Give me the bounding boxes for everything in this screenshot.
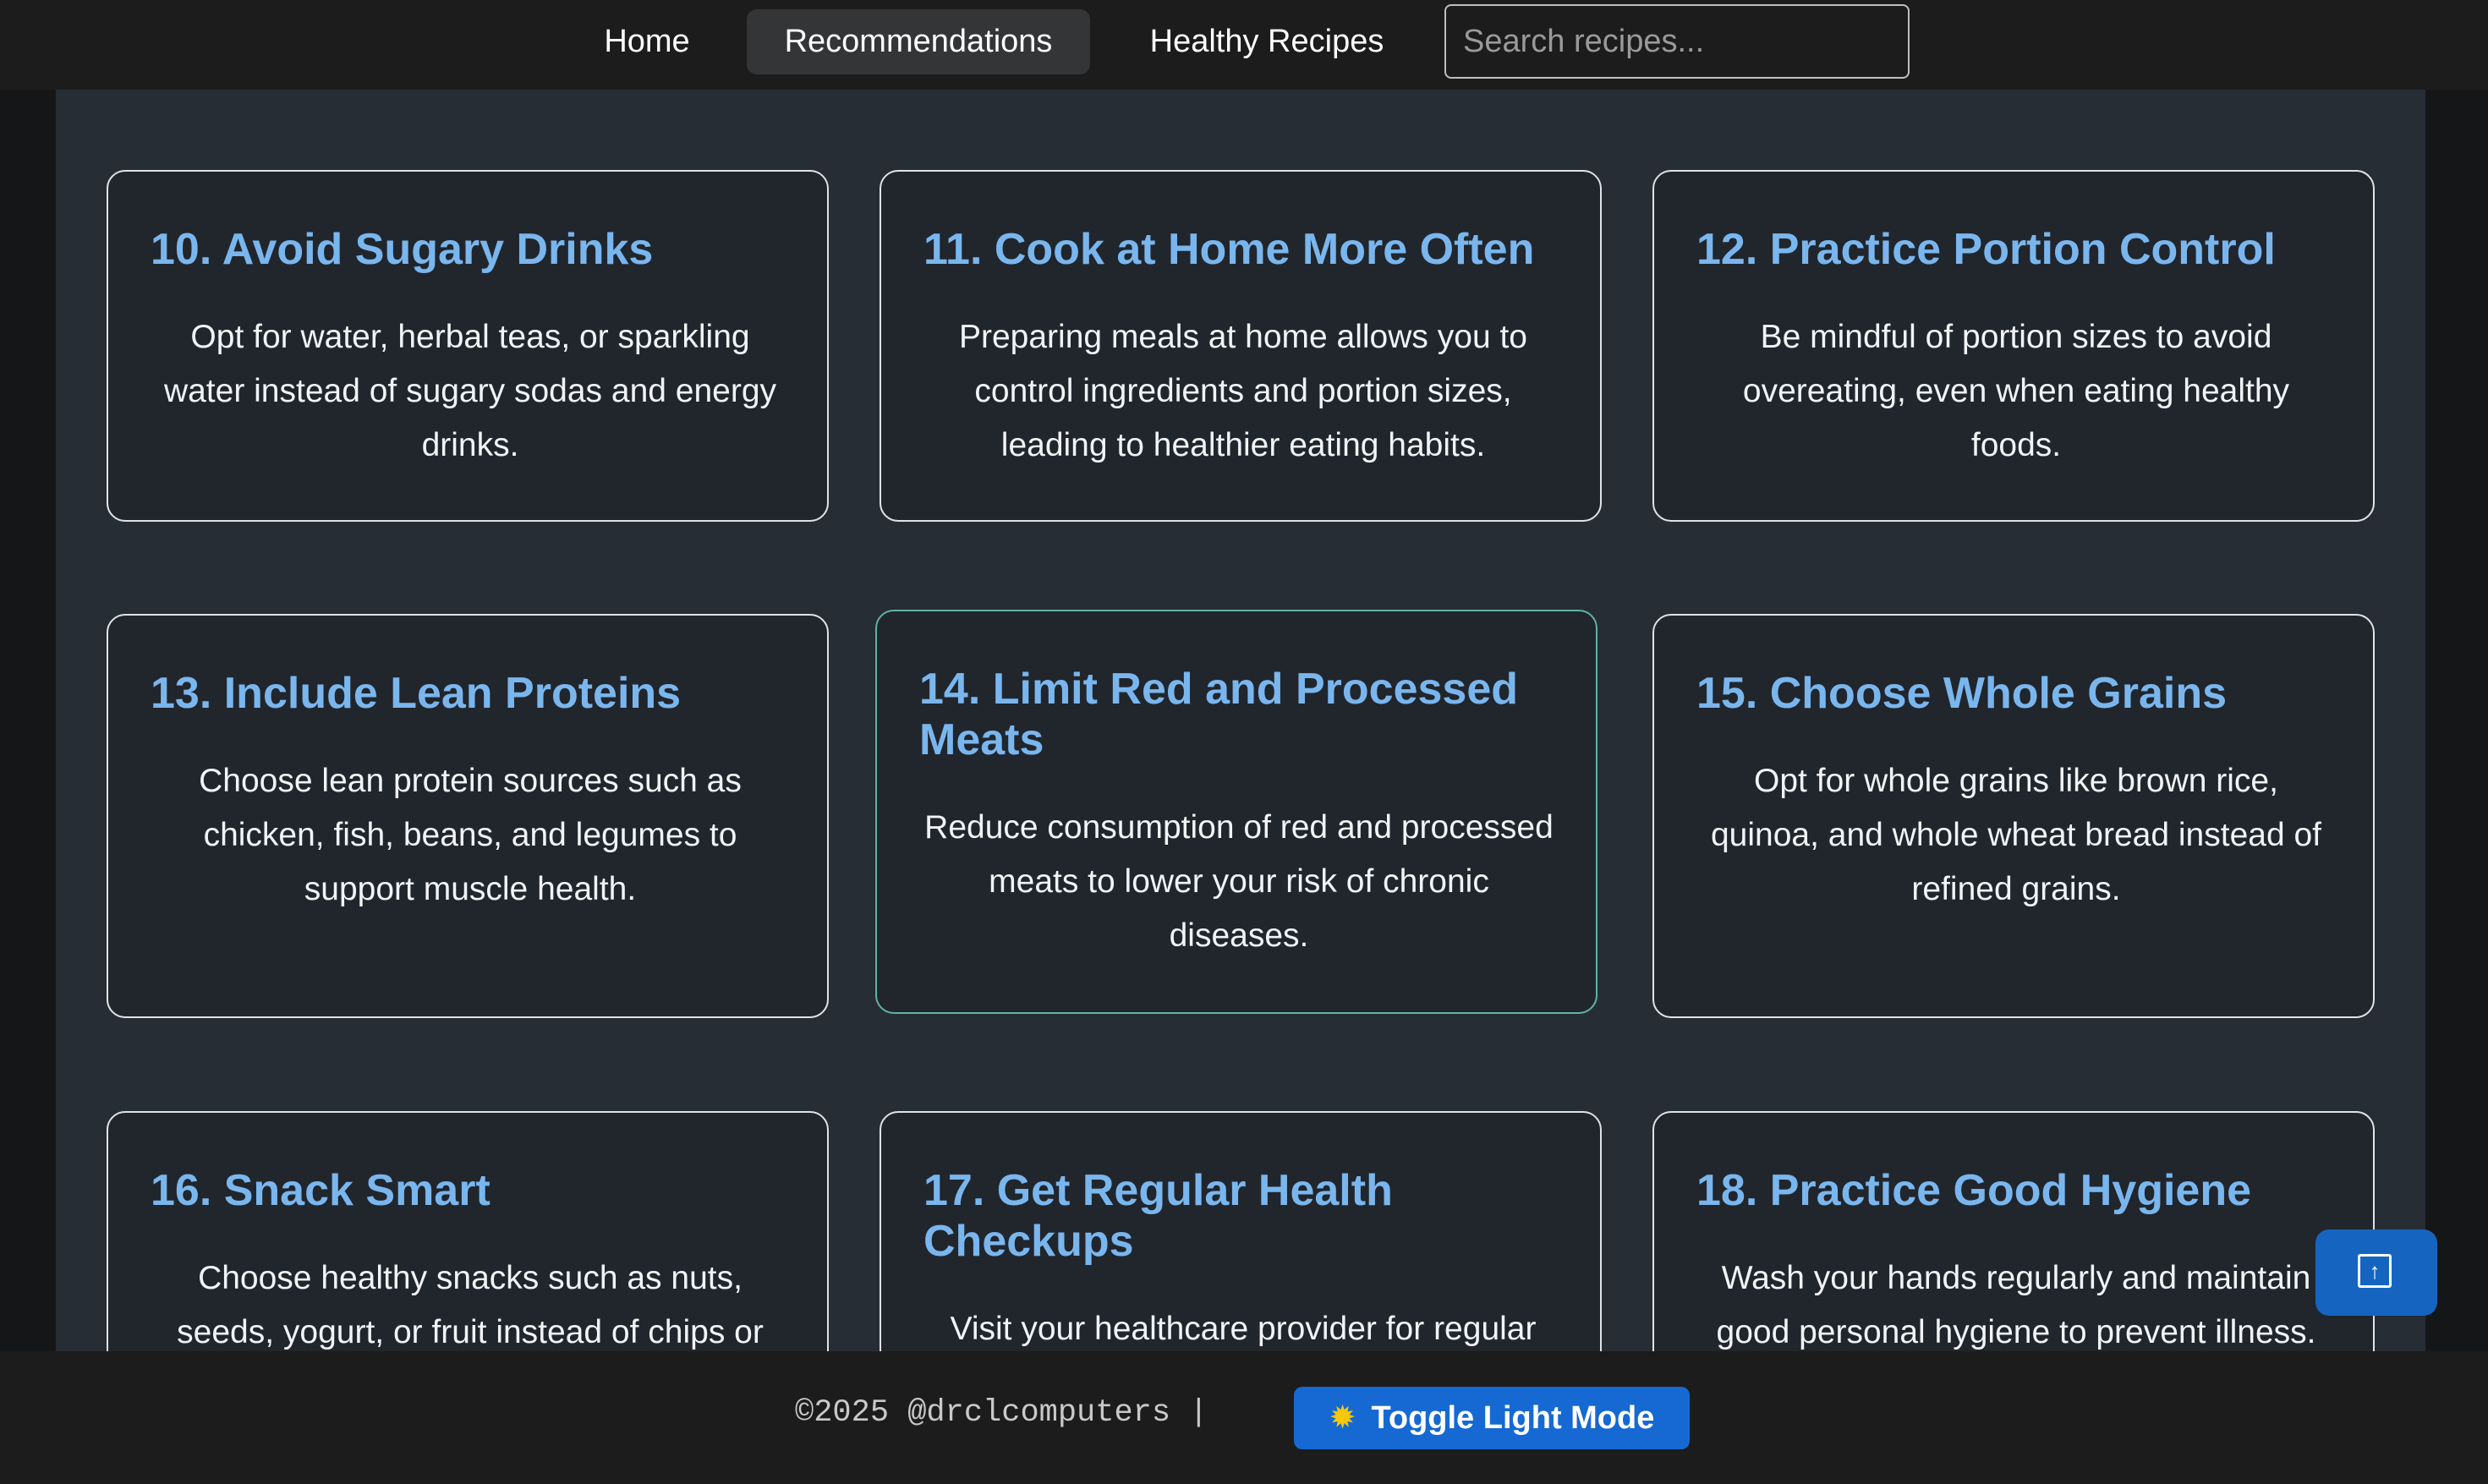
card-title: 15. Choose Whole Grains	[1696, 669, 2228, 718]
card-text: Be mindful of portion sizes to avoid ove…	[1742, 319, 2290, 463]
card-text: Choose lean protein sources such as chic…	[199, 763, 742, 907]
card-text: Wash your hands regularly and maintain g…	[1716, 1260, 2316, 1350]
top-navigation: Home Recommendations Healthy Recipes	[0, 0, 2488, 90]
card-text: Preparing meals at home allows you to co…	[958, 319, 1527, 463]
card-text: Opt for water, herbal teas, or sparkling…	[163, 319, 777, 463]
card-title: 11. Cook at Home More Often	[923, 225, 1535, 274]
footer: ©2025 @drclcomputers | ✹ Toggle Light Mo…	[0, 1351, 2488, 1484]
recommendation-card: 18. Practice Good Hygiene Wash your hand…	[1652, 1111, 2375, 1351]
card-title: 13. Include Lean Proteins	[151, 669, 682, 718]
nav-recommendations-link[interactable]: Recommendations	[747, 9, 1090, 74]
search-input[interactable]	[1444, 4, 1910, 79]
arrow-up-icon: ↑	[2358, 1254, 2392, 1288]
toggle-light-mode-button[interactable]: ✹ Toggle Light Mode	[1294, 1387, 1690, 1449]
card-title: 12. Practice Portion Control	[1696, 225, 2276, 274]
card-text: Visit your healthcare provider for regul…	[950, 1311, 1537, 1347]
card-text: Choose healthy snacks such as nuts, seed…	[177, 1260, 764, 1350]
copyright-text: ©2025 @drclcomputers |	[795, 1395, 1208, 1431]
sun-icon: ✹	[1329, 1400, 1356, 1436]
toggle-light-mode-label: Toggle Light Mode	[1371, 1399, 1655, 1436]
recommendations-panel: 10. Avoid Sugary Drinks Opt for water, h…	[56, 90, 2425, 1351]
nav-healthy-recipes-link[interactable]: Healthy Recipes	[1125, 9, 1409, 74]
card-title: 10. Avoid Sugary Drinks	[151, 225, 654, 274]
recommendation-card: 13. Include Lean Proteins Choose lean pr…	[107, 614, 829, 1018]
card-title: 14. Limit Red and Processed Meats	[919, 665, 1519, 764]
recommendation-card-highlighted: 14. Limit Red and Processed Meats Reduce…	[875, 610, 1597, 1014]
recommendation-card: 12. Practice Portion Control Be mindful …	[1652, 170, 2375, 522]
nav-home-link[interactable]: Home	[584, 9, 710, 74]
card-text: Reduce consumption of red and processed …	[924, 809, 1554, 954]
card-title: 16. Snack Smart	[151, 1166, 490, 1215]
card-title: 17. Get Regular Health Checkups	[923, 1166, 1393, 1266]
recommendation-card: 10. Avoid Sugary Drinks Opt for water, h…	[107, 170, 829, 522]
recommendation-card: 17. Get Regular Health Checkups Visit yo…	[880, 1111, 1602, 1351]
recommendation-card: 11. Cook at Home More Often Preparing me…	[880, 170, 1602, 522]
recommendation-card: 15. Choose Whole Grains Opt for whole gr…	[1652, 614, 2375, 1018]
card-text: Opt for whole grains like brown rice, qu…	[1710, 763, 2322, 907]
recommendation-card: 16. Snack Smart Choose healthy snacks su…	[107, 1111, 829, 1351]
card-title: 18. Practice Good Hygiene	[1696, 1166, 2252, 1215]
scroll-to-top-button[interactable]: ↑	[2315, 1229, 2437, 1316]
